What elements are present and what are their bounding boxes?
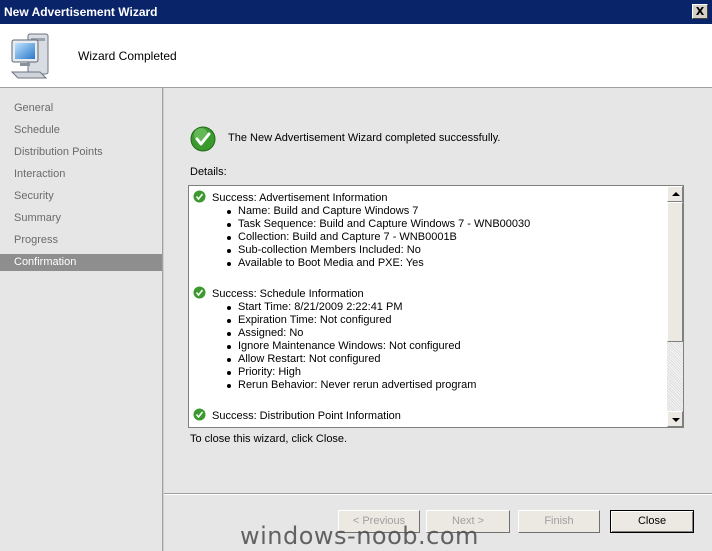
- section-items: Name: Build and Capture Windows 7 Task S…: [225, 205, 530, 270]
- scroll-thumb[interactable]: [667, 202, 683, 342]
- close-button[interactable]: Close: [610, 510, 694, 533]
- sidebar-item-security[interactable]: Security: [0, 188, 162, 205]
- sidebar-item-distribution-points[interactable]: Distribution Points: [0, 144, 162, 161]
- success-check-icon: [193, 190, 206, 203]
- arrow-down-icon: [672, 418, 680, 422]
- window-title: New Advertisement Wizard: [4, 5, 158, 19]
- section-title: Success: Distribution Point Information: [212, 410, 401, 422]
- sidebar-item-interaction[interactable]: Interaction: [0, 166, 162, 183]
- section-title: Success: Schedule Information: [212, 288, 364, 300]
- wizard-header: Wizard Completed: [0, 24, 712, 88]
- section-items: Start Time: 8/21/2009 2:22:41 PM Expirat…: [225, 301, 476, 392]
- detail-item: Sub-collection Members Included: No: [225, 244, 530, 257]
- detail-item: Task Sequence: Build and Capture Windows…: [225, 218, 530, 231]
- detail-item: Ignore Maintenance Windows: Not configur…: [225, 340, 476, 353]
- title-bar: New Advertisement Wizard X: [0, 0, 712, 24]
- details-scrollbar[interactable]: [667, 186, 683, 427]
- detail-item: Available to Boot Media and PXE: Yes: [225, 257, 530, 270]
- scroll-track[interactable]: [667, 342, 683, 411]
- sidebar-item-confirmation[interactable]: Confirmation: [0, 254, 162, 271]
- detail-item: Collection: Build and Capture 7 - WNB000…: [225, 231, 530, 244]
- detail-item: Name: Build and Capture Windows 7: [225, 205, 530, 218]
- wizard-content: The New Advertisement Wizard completed s…: [164, 88, 712, 551]
- detail-item: Allow Restart: Not configured: [225, 353, 476, 366]
- success-check-icon: [193, 286, 206, 299]
- sidebar-item-schedule[interactable]: Schedule: [0, 122, 162, 139]
- wizard-sidebar: General Schedule Distribution Points Int…: [0, 88, 163, 551]
- sidebar-item-progress[interactable]: Progress: [0, 232, 162, 249]
- sidebar-item-summary[interactable]: Summary: [0, 210, 162, 227]
- section-title: Success: Advertisement Information: [212, 192, 388, 204]
- close-hint: To close this wizard, click Close.: [190, 433, 348, 445]
- sidebar-item-general[interactable]: General: [0, 100, 162, 117]
- window-close-button[interactable]: X: [692, 4, 708, 19]
- success-message: The New Advertisement Wizard completed s…: [228, 132, 501, 144]
- scroll-up-button[interactable]: [667, 186, 683, 202]
- watermark: windows-noob.com: [240, 522, 479, 550]
- computer-icon: [10, 33, 49, 79]
- scroll-down-button[interactable]: [667, 411, 683, 427]
- success-check-icon: [193, 408, 206, 421]
- details-content: Success: Advertisement Information Name:…: [189, 186, 667, 427]
- detail-item: Expiration Time: Not configured: [225, 314, 476, 327]
- details-label: Details:: [190, 166, 227, 178]
- header-title: Wizard Completed: [78, 49, 177, 63]
- detail-item: Rerun Behavior: Never rerun advertised p…: [225, 379, 476, 392]
- detail-item: Start Time: 8/21/2009 2:22:41 PM: [225, 301, 476, 314]
- finish-button[interactable]: Finish: [518, 510, 600, 533]
- detail-item: Assigned: No: [225, 327, 476, 340]
- footer-divider: [164, 493, 712, 495]
- success-check-icon: [190, 126, 216, 152]
- arrow-up-icon: [672, 192, 680, 196]
- details-textbox[interactable]: Success: Advertisement Information Name:…: [188, 185, 684, 428]
- detail-item: Priority: High: [225, 366, 476, 379]
